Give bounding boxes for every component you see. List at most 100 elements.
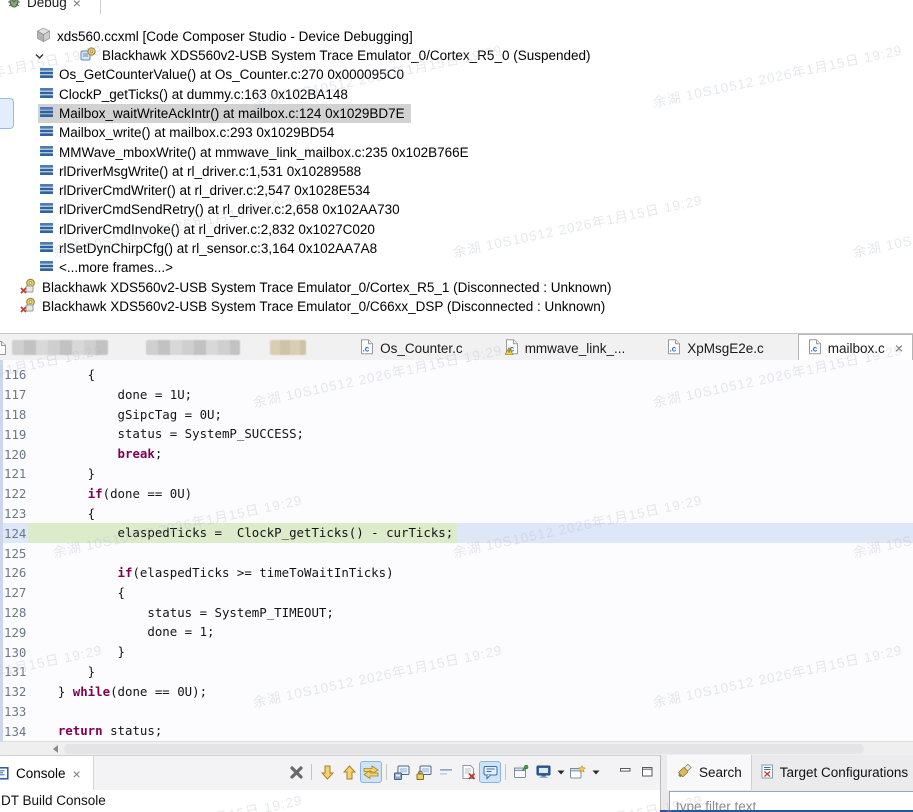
stack-frame-icon <box>40 125 53 140</box>
code-line-116: 116 { <box>0 365 913 385</box>
code-text: gSipcTag = 0U; <box>28 406 222 422</box>
console-toolbar <box>286 761 657 783</box>
stack-frame-item[interactable]: Mailbox_waitWriteAckIntr() at mailbox.c:… <box>38 103 411 123</box>
editor-tab-label: XpMsgE2e.c <box>687 340 764 356</box>
scrollbar-thumb[interactable] <box>64 744 864 754</box>
scroll-left-arrow-icon[interactable] <box>53 745 58 753</box>
left-edge-widget-fragment <box>0 98 14 129</box>
tab-debug-label: Debug <box>27 0 67 10</box>
next-annotation-icon[interactable] <box>317 762 337 782</box>
code-editor[interactable]: 116 {117 done = 1U; 118 gSipcTag = 0U; 119… <box>0 360 913 741</box>
stack-frame-item[interactable]: rlDriverCmdWriter() at rl_driver.c:2,547… <box>38 181 376 200</box>
editor-tab-mmwave-link-[interactable]: .c mmwave_link_... <box>497 335 634 361</box>
search-icon <box>676 763 693 782</box>
debug-core-item[interactable]: Blackhawk XDS560v2-USB System Trace Emul… <box>20 297 605 316</box>
stack-frame-item[interactable]: Os_GetCounterValue() at Os_Counter.c:270… <box>38 65 410 84</box>
debug-thread-label: Blackhawk XDS560v2-USB System Trace Emul… <box>102 48 591 64</box>
close-icon[interactable]: × <box>73 0 81 10</box>
code-line-133: 133 <box>0 702 913 722</box>
horizontal-scrollbar[interactable] <box>0 741 913 756</box>
console-icon <box>0 767 9 780</box>
code-text: elaspedTicks = ClockP_getTicks() - curTi… <box>28 523 458 544</box>
toolbar-separator <box>386 764 387 780</box>
stack-frame-label: rlDriverMsgWrite() at rl_driver.c:1,531 … <box>59 163 362 179</box>
pin-console-icon[interactable] <box>479 761 501 783</box>
code-line-132: 132 } while(done == 0U); <box>0 682 913 702</box>
line-number: 118 <box>4 406 27 422</box>
redacted-tab[interactable] <box>11 340 109 355</box>
close-icon[interactable]: × <box>73 767 81 781</box>
line-number: 125 <box>4 545 27 561</box>
dropdown-caret-icon[interactable] <box>555 762 566 782</box>
close-icon[interactable]: × <box>895 340 903 356</box>
core-disconnected-icon <box>20 297 36 316</box>
code-line-129: 129 done = 1; <box>0 622 913 642</box>
code-line-124: 124 elaspedTicks = ClockP_getTicks() - c… <box>0 523 913 544</box>
stack-frame-item[interactable]: rlDriverCmdSendRetry() at rl_driver.c:2,… <box>38 200 406 219</box>
editor-tab-os-counter-c[interactable]: .c Os_Counter.c <box>352 335 471 361</box>
filter-input[interactable] <box>669 791 913 812</box>
stack-frame-item[interactable]: MMWave_mboxWrite() at mmwave_link_mailbo… <box>38 143 475 162</box>
terminate-icon[interactable] <box>286 762 306 782</box>
code-text: } <box>28 644 125 660</box>
redacted-tab[interactable] <box>270 340 307 355</box>
right-view-panel: Search Target Configurations <box>660 755 913 812</box>
editor-tab-xpmsge2e-c[interactable]: .c XpMsgE2e.c <box>659 335 772 361</box>
core-disconnected-icon <box>20 278 36 297</box>
stack-frame-icon <box>40 202 53 217</box>
debug-core-item[interactable]: Blackhawk XDS560v2-USB System Trace Emul… <box>20 278 612 297</box>
annotation-ruler <box>0 360 3 741</box>
stack-frame-item[interactable]: Mailbox_write() at mailbox.c:293 0x1029B… <box>38 123 340 142</box>
prev-annotation-icon[interactable] <box>339 762 359 782</box>
stack-frame-item[interactable]: ClockP_getTicks() at dummy.c:163 0x102BA… <box>38 85 354 104</box>
dropdown-caret-icon[interactable] <box>590 762 601 782</box>
tab-target-configurations[interactable]: Target Configurations <box>752 755 913 790</box>
pin-window-icon[interactable] <box>511 762 531 782</box>
code-text: if(done == 0U) <box>87 485 193 501</box>
code-line-119: 119 status = SystemP_SUCCESS; <box>0 424 913 444</box>
stack-frame-label: rlDriverCmdInvoke() at rl_driver.c:2,832… <box>59 221 375 237</box>
scroll-lock-icon[interactable] <box>414 762 434 782</box>
code-text: if(elaspedTicks >= timeToWaitInTicks) <box>117 564 394 580</box>
swap-console-icon[interactable] <box>360 761 382 783</box>
show-console-on-output-icon[interactable] <box>392 762 412 782</box>
tab-search[interactable]: Search <box>667 755 752 790</box>
line-number: 128 <box>4 604 27 620</box>
line-number: 132 <box>4 684 27 700</box>
tab-search-label: Search <box>699 765 742 780</box>
code-line-130: 130 } <box>0 642 913 662</box>
stack-frame-icon <box>40 145 53 160</box>
console-content: DT Build Console <box>0 790 660 812</box>
stack-frame-item[interactable]: rlSetDynChirpCfg() at rl_sensor.c:3,164 … <box>38 239 383 258</box>
stack-frame-icon <box>40 164 53 179</box>
line-number: 130 <box>4 644 27 660</box>
word-wrap-icon[interactable] <box>436 762 456 782</box>
stack-frame-item[interactable]: rlDriverMsgWrite() at rl_driver.c:1,531 … <box>38 162 367 181</box>
line-number: 121 <box>4 466 27 482</box>
display-console-icon[interactable] <box>533 762 553 782</box>
stack-frame-item[interactable]: rlDriverCmdInvoke() at rl_driver.c:2,832… <box>38 220 381 239</box>
tab-console[interactable]: Console × <box>0 756 94 791</box>
editor-tab-label: Os_Counter.c <box>380 340 463 356</box>
code-line-131: 131 } <box>0 662 913 682</box>
editor-tab-bar: .c Os_Counter.c .c mmwave_link_... .c XpMsgE2… <box>0 333 913 361</box>
minimize-icon[interactable] <box>615 762 635 782</box>
debug-thread-item[interactable]: Blackhawk XDS560v2-USB System Trace Emul… <box>5 46 591 65</box>
clear-console-icon[interactable] <box>458 762 478 782</box>
stack-frame-item[interactable]: <...more frames...> <box>38 258 179 277</box>
stack-frame-icon <box>40 222 53 237</box>
code-line-134: 134 return status; <box>0 721 913 741</box>
stack-frame-icon <box>40 87 53 102</box>
line-number: 122 <box>4 486 27 502</box>
line-number: 133 <box>4 703 27 719</box>
stack-frame-label: ClockP_getTicks() at dummy.c:163 0x102BA… <box>59 86 348 102</box>
line-number: 127 <box>4 585 27 601</box>
line-number: 126 <box>4 565 27 581</box>
editor-tab-mailbox-c[interactable]: .c mailbox.c × <box>797 334 913 361</box>
toolbar-separator <box>505 764 506 780</box>
redacted-tab[interactable] <box>146 340 241 355</box>
maximize-icon[interactable] <box>637 762 657 782</box>
toolbar-separator <box>311 764 312 780</box>
open-console-icon[interactable] <box>568 762 588 782</box>
code-text: status = SystemP_TIMEOUT; <box>28 604 334 620</box>
